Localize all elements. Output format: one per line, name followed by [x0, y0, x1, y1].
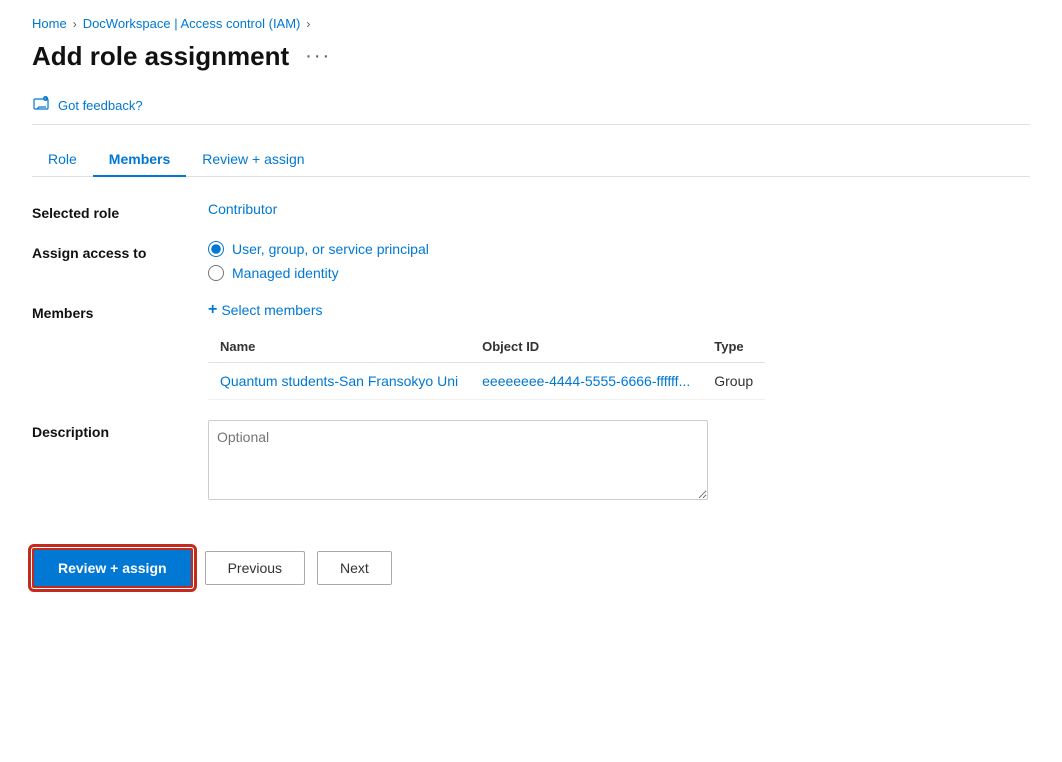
col-header-name: Name: [208, 331, 470, 363]
page-title-row: Add role assignment ···: [32, 41, 1030, 72]
page-container: Home › DocWorkspace | Access control (IA…: [0, 0, 1062, 762]
tab-members[interactable]: Members: [93, 143, 186, 177]
form-section: Selected role Contributor Assign access …: [32, 201, 1030, 500]
members-label: Members: [32, 301, 192, 321]
breadcrumb: Home › DocWorkspace | Access control (IA…: [32, 16, 1030, 31]
radio-user-group[interactable]: User, group, or service principal: [208, 241, 429, 257]
radio-group: User, group, or service principal Manage…: [208, 241, 429, 281]
description-row: Description: [32, 420, 1030, 500]
table-row: Quantum students-San Fransokyo Uni eeeee…: [208, 363, 765, 400]
previous-button[interactable]: Previous: [205, 551, 305, 585]
select-members-link[interactable]: + Select members: [208, 301, 765, 319]
assign-access-row: Assign access to User, group, or service…: [32, 241, 1030, 281]
members-row: Members + Select members Name Object ID …: [32, 301, 1030, 400]
members-table: Name Object ID Type Quantum students-San…: [208, 331, 765, 400]
selected-role-row: Selected role Contributor: [32, 201, 1030, 221]
description-textarea[interactable]: [208, 420, 708, 500]
feedback-icon: !: [32, 96, 50, 114]
feedback-label: Got feedback?: [58, 98, 143, 113]
review-assign-button[interactable]: Review + assign: [32, 548, 193, 588]
col-header-object-id: Object ID: [470, 331, 702, 363]
radio-user-group-label: User, group, or service principal: [232, 241, 429, 257]
col-header-type: Type: [702, 331, 765, 363]
breadcrumb-home[interactable]: Home: [32, 16, 67, 31]
member-object-id: eeeeeeee-4444-5555-6666-ffffff...: [470, 363, 702, 400]
tabs-row: Role Members Review + assign: [32, 143, 1030, 177]
members-section: + Select members Name Object ID Type Qua…: [208, 301, 765, 400]
radio-managed-identity-label: Managed identity: [232, 265, 339, 281]
next-button[interactable]: Next: [317, 551, 392, 585]
footer-actions: Review + assign Previous Next: [32, 532, 1030, 588]
radio-user-group-input[interactable]: [208, 241, 224, 257]
ellipsis-button[interactable]: ···: [299, 43, 337, 70]
table-header-row: Name Object ID Type: [208, 331, 765, 363]
svg-text:!: !: [45, 97, 46, 101]
radio-managed-identity[interactable]: Managed identity: [208, 265, 429, 281]
selected-role-label: Selected role: [32, 201, 192, 221]
member-type: Group: [702, 363, 765, 400]
tab-role[interactable]: Role: [32, 143, 93, 177]
description-label: Description: [32, 420, 192, 440]
breadcrumb-sep2: ›: [306, 17, 310, 31]
plus-icon: +: [208, 301, 217, 319]
page-title: Add role assignment: [32, 41, 289, 72]
assign-access-label: Assign access to: [32, 241, 192, 261]
tab-review[interactable]: Review + assign: [186, 143, 320, 177]
breadcrumb-sep1: ›: [73, 17, 77, 31]
select-members-text: Select members: [221, 302, 322, 318]
radio-managed-identity-input[interactable]: [208, 265, 224, 281]
selected-role-value: Contributor: [208, 201, 277, 217]
feedback-bar[interactable]: ! Got feedback?: [32, 86, 1030, 125]
breadcrumb-workspace[interactable]: DocWorkspace | Access control (IAM): [83, 16, 301, 31]
member-name: Quantum students-San Fransokyo Uni: [208, 363, 470, 400]
